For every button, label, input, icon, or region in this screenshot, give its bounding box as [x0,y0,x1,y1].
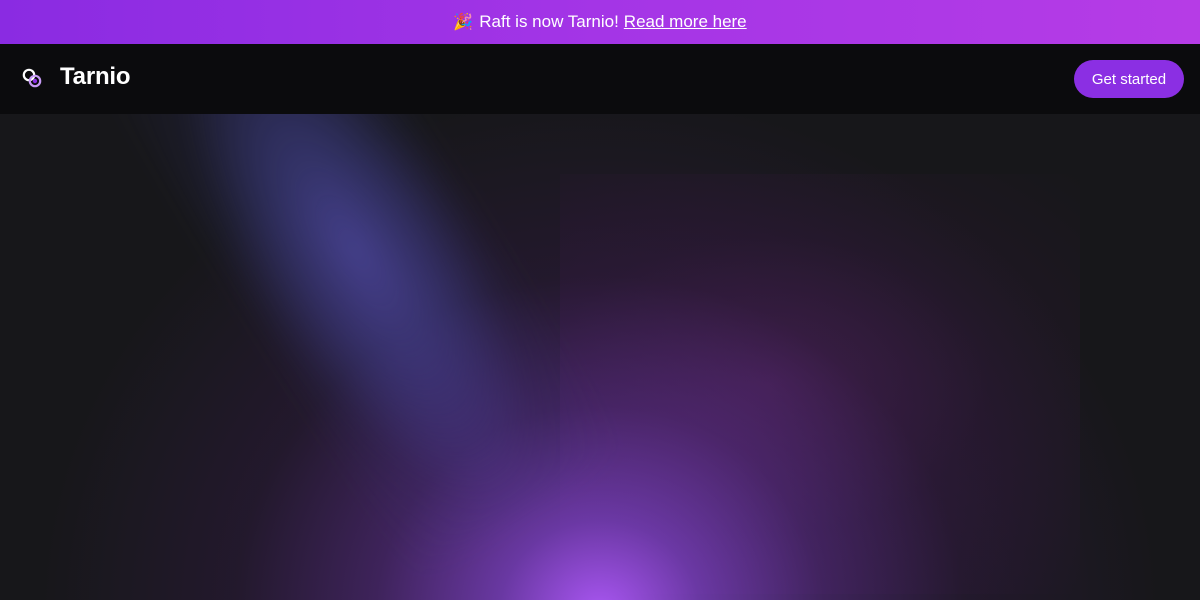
read-more-link[interactable]: Read more here [624,12,747,32]
get-started-button[interactable]: Get started [1074,60,1184,98]
party-popper-icon: 🎉 [453,14,474,31]
brand-name[interactable]: Tarnio [60,63,131,91]
hero-background [0,114,1200,600]
announcement-bar: 🎉 Raft is now Tarnio! Read more here [0,0,1200,44]
announcement-text: Raft is now Tarnio! [479,12,619,31]
navbar: Tarnio Get started [0,44,1200,114]
linked-circles-icon[interactable] [22,68,44,90]
